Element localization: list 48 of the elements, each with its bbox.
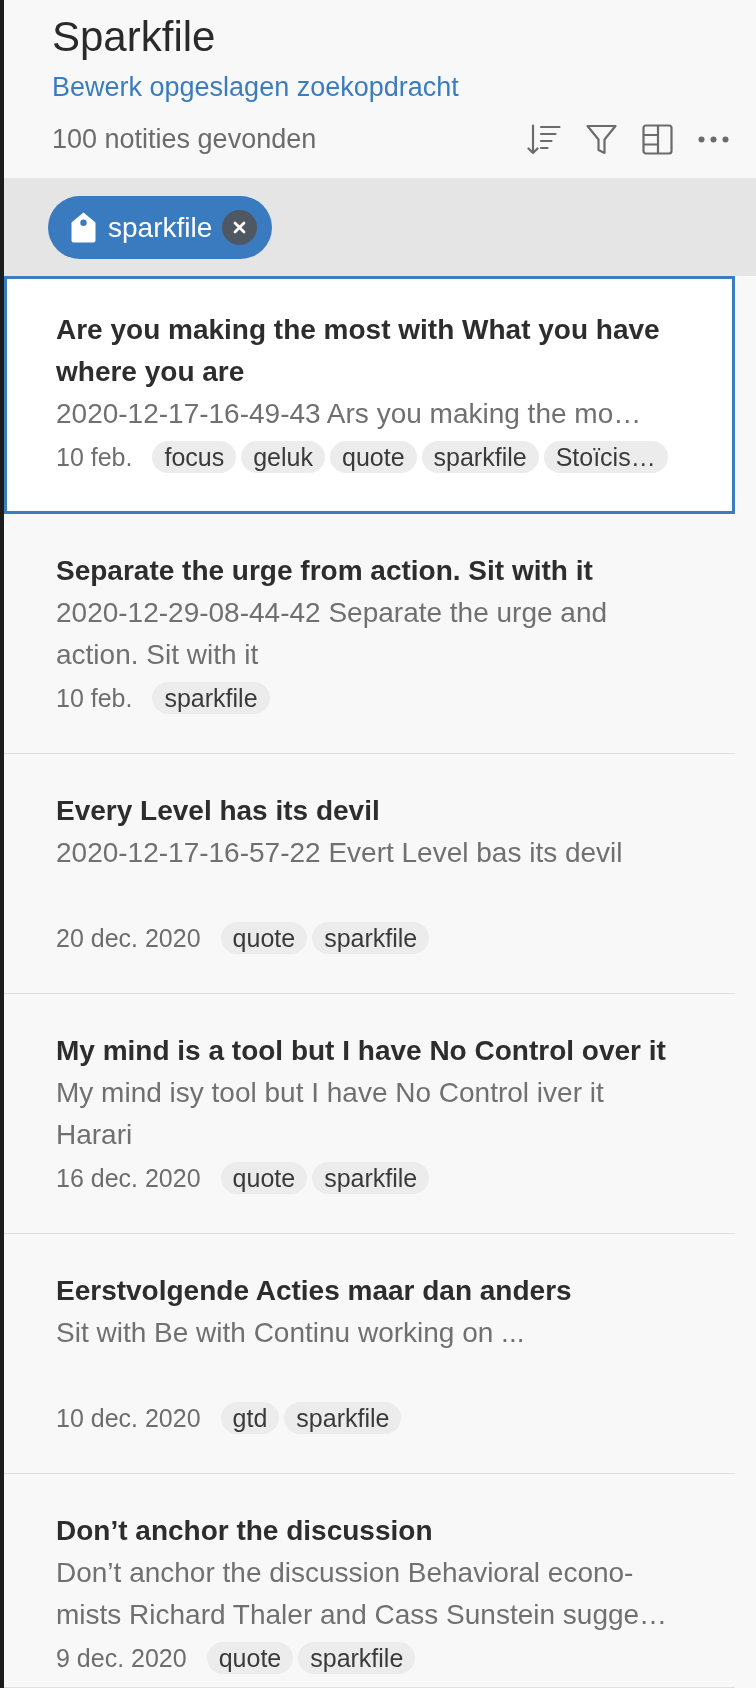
note-date: 20 dec. 2020 — [56, 923, 201, 953]
note-card[interactable]: Eerstvolgende Acties maar dan anders Sit with Be with Continu working on ... 10 dec. 2020 gtd sparkfile — [4, 1234, 735, 1474]
note-date: 16 dec. 2020 — [56, 1163, 201, 1193]
tag-filter-chip[interactable]: sparkfile — [48, 196, 273, 259]
note-title: Eerstvolgende Acties maar dan anders — [56, 1274, 573, 1308]
note-date: 10 dec. 2020 — [56, 1403, 201, 1433]
note-tag: sparkfile — [312, 922, 430, 954]
note-snippet: My mind isy tool but I have No Control iver it Harari — [56, 1076, 605, 1152]
page-title: Sparkfile — [52, 12, 216, 62]
note-tag: sparkfile — [298, 1642, 416, 1674]
tag-icon — [71, 212, 96, 243]
filter-icon[interactable] — [586, 123, 617, 155]
note-card[interactable]: Are you making the most with What you have where you are 2020-12-17-16-49-43 Ars you making the mo… 10 feb. focus geluk quote sparkfile Stoïcis… — [4, 276, 735, 514]
note-tag: gtd — [220, 1402, 280, 1434]
note-title: Don’t anchor the discussion — [56, 1514, 434, 1548]
note-date: 9 dec. 2020 — [56, 1643, 187, 1673]
sort-icon[interactable] — [527, 123, 561, 155]
note-tag: Stoïcis… — [543, 441, 668, 473]
note-date: 10 feb. — [56, 442, 133, 472]
note-tag: sparkfile — [152, 682, 270, 714]
note-title: Every Level has its devil — [56, 794, 381, 828]
note-tag: quote — [206, 1642, 294, 1674]
note-tag: sparkfile — [312, 1162, 430, 1194]
note-snippet: 2020-12-17-16-49-43 Ars you making the mo… — [56, 397, 643, 431]
note-tag: quote — [220, 1162, 308, 1194]
more-icon[interactable] — [698, 135, 729, 143]
note-tag: quote — [220, 922, 308, 954]
note-snippet: Sit with Be with Continu working on ... — [56, 1316, 526, 1350]
note-snippet: Don’t anchor the discussion Behavioral econo-mists Richard Thaler and Cass Sunstein sugge… — [56, 1556, 669, 1632]
result-count: 100 notities gevonden — [52, 123, 317, 155]
note-date: 10 feb. — [56, 683, 133, 713]
layout-icon[interactable] — [642, 123, 673, 155]
note-title: My mind is a tool but I have No Control over it — [56, 1034, 667, 1068]
close-icon[interactable] — [222, 210, 258, 245]
note-card[interactable]: Every Level has its devil 2020-12-17-16-57-22 Evert Level bas its devil 20 dec. 2020 quote sparkfile — [4, 754, 735, 994]
note-tag: focus — [152, 441, 237, 473]
note-title: Are you making the most with What you have where you are — [56, 313, 661, 389]
note-tag: sparkfile — [284, 1402, 402, 1434]
note-tag: geluk — [241, 441, 325, 473]
note-card[interactable]: Don’t anchor the discussion Don’t anchor the discussion Behavioral econo-mists Richard Thaler and Cass Sunstein sugge… 9 dec. 2020 quote sparkfile — [4, 1474, 735, 1688]
note-tag: sparkfile — [421, 441, 539, 473]
edit-search-link[interactable]: Bewerk opgeslagen zoekopdracht — [52, 62, 459, 112]
note-tag: quote — [330, 441, 417, 473]
note-snippet: 2020-12-29-08-44-42 Separate the urge and action. Sit with it — [56, 596, 609, 672]
note-card[interactable]: My mind is a tool but I have No Control over it My mind isy tool but I have No Control iver it Harari 16 dec. 2020 quote sparkfile — [4, 994, 735, 1234]
note-snippet: 2020-12-17-16-57-22 Evert Level bas its devil — [56, 836, 624, 870]
note-card[interactable]: Separate the urge from action. Sit with it 2020-12-29-08-44-42 Separate the urge and action. Sit with it 10 feb. sparkfile — [4, 514, 735, 754]
note-title: Separate the urge from action. Sit with it — [56, 554, 594, 588]
